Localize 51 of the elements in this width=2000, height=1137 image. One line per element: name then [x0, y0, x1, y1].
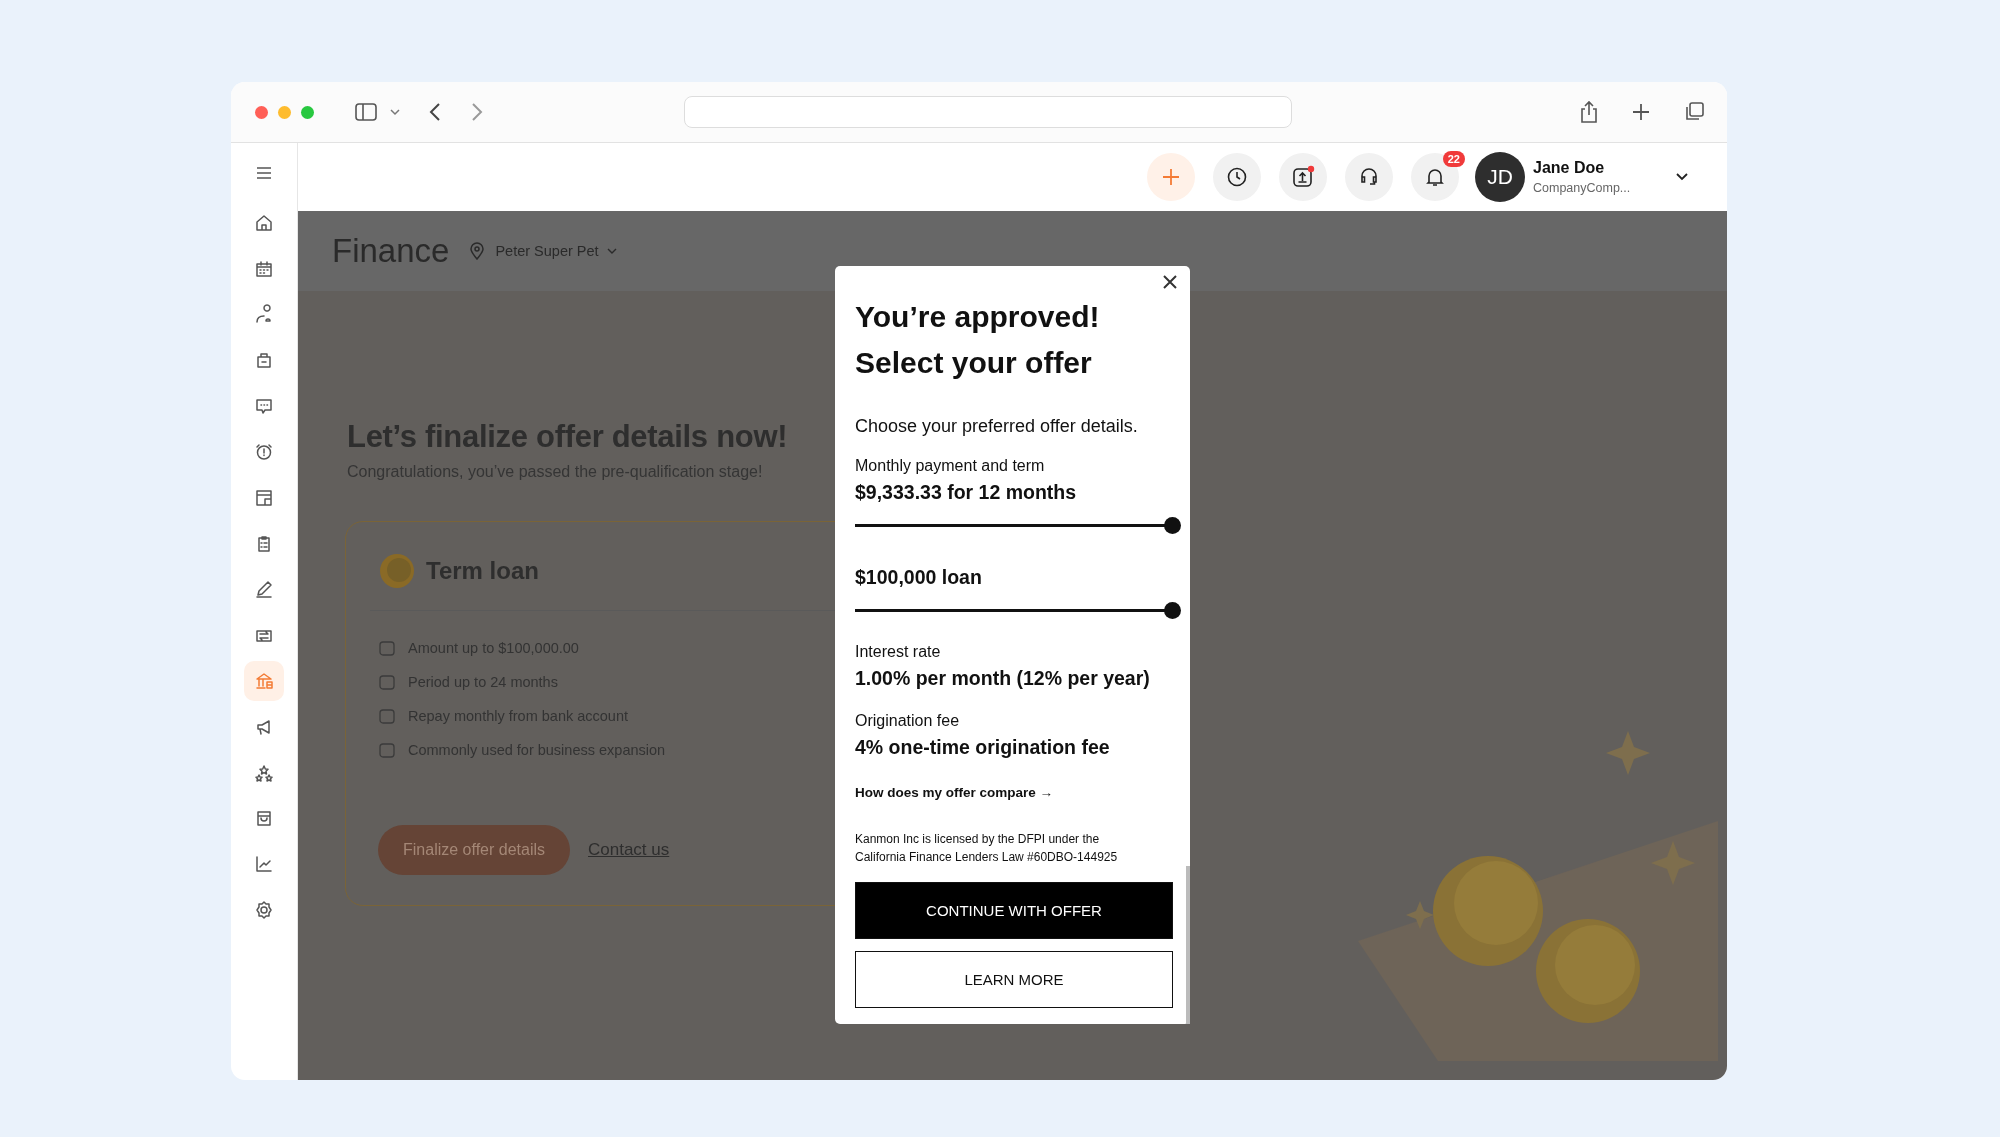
compare-offer-link[interactable]: How does my offer compare →	[855, 785, 1170, 800]
alarm-icon	[253, 441, 275, 463]
coin-icon	[378, 552, 416, 590]
settings-icon	[253, 898, 275, 921]
company-name: CompanyComp...	[1533, 181, 1632, 195]
slider-value: $9,333.33 for 12 months	[855, 481, 1078, 504]
close-icon[interactable]	[1162, 274, 1178, 290]
plus-icon	[1161, 167, 1181, 187]
notification-badge: 22	[1442, 151, 1465, 167]
upload-button[interactable]	[1279, 153, 1327, 201]
slider-value: $100,000 loan	[855, 566, 983, 589]
slider-thumb[interactable]	[1164, 517, 1181, 534]
menu-icon[interactable]	[256, 167, 272, 179]
share-icon[interactable]	[1579, 100, 1599, 124]
headset-icon	[1358, 166, 1380, 188]
dialog-title: You’re approved! Select your offer	[855, 299, 1101, 381]
close-window-button[interactable]	[255, 105, 268, 119]
maximize-window-button[interactable]	[301, 105, 314, 119]
legal-notice: Kanmon Inc is licensed by the DFPI under the California Finance Lenders Law #60DBO-144925	[855, 831, 1119, 866]
add-button[interactable]	[1147, 153, 1195, 201]
chevron-down-icon[interactable]	[1675, 172, 1689, 182]
support-button[interactable]	[1345, 153, 1393, 201]
slider[interactable]	[855, 517, 1181, 534]
detail-value: 4% one-time origination fee	[855, 736, 1111, 759]
slider-thumb[interactable]	[1164, 602, 1181, 619]
back-icon[interactable]	[428, 102, 442, 122]
tabs-overview-icon[interactable]	[1683, 101, 1705, 123]
learn-more-button[interactable]: LEARN MORE	[855, 951, 1173, 1008]
detail-label: Origination fee	[855, 712, 961, 730]
scrollbar[interactable]	[1186, 866, 1190, 1024]
user-name: Jane Doe	[1533, 159, 1606, 177]
detail-value: 1.00% per month (12% per year)	[855, 667, 1151, 690]
clock-icon	[1226, 166, 1248, 188]
home-icon	[253, 212, 275, 234]
sidebar-toggle-icon[interactable]	[354, 102, 378, 122]
upload-icon	[1291, 165, 1315, 189]
slider[interactable]	[855, 602, 1181, 619]
dialog-intro: Choose your preferred offer details.	[855, 416, 1139, 437]
slider-label: Monthly payment and term	[855, 457, 1046, 475]
bell-icon	[1424, 166, 1446, 188]
new-tab-icon[interactable]	[1631, 102, 1651, 122]
location-pin-icon	[469, 242, 486, 260]
page-title: Finance	[332, 232, 450, 270]
pencil-icon	[253, 578, 275, 601]
forward-icon[interactable]	[470, 102, 484, 122]
chevron-down-icon	[606, 247, 617, 255]
notifications-button[interactable]	[1411, 153, 1459, 201]
detail-label: Interest rate	[855, 643, 942, 661]
continue-button[interactable]: CONTINUE WITH OFFER	[855, 882, 1173, 939]
history-button[interactable]	[1213, 153, 1261, 201]
avatar[interactable]: JD	[1475, 152, 1525, 202]
